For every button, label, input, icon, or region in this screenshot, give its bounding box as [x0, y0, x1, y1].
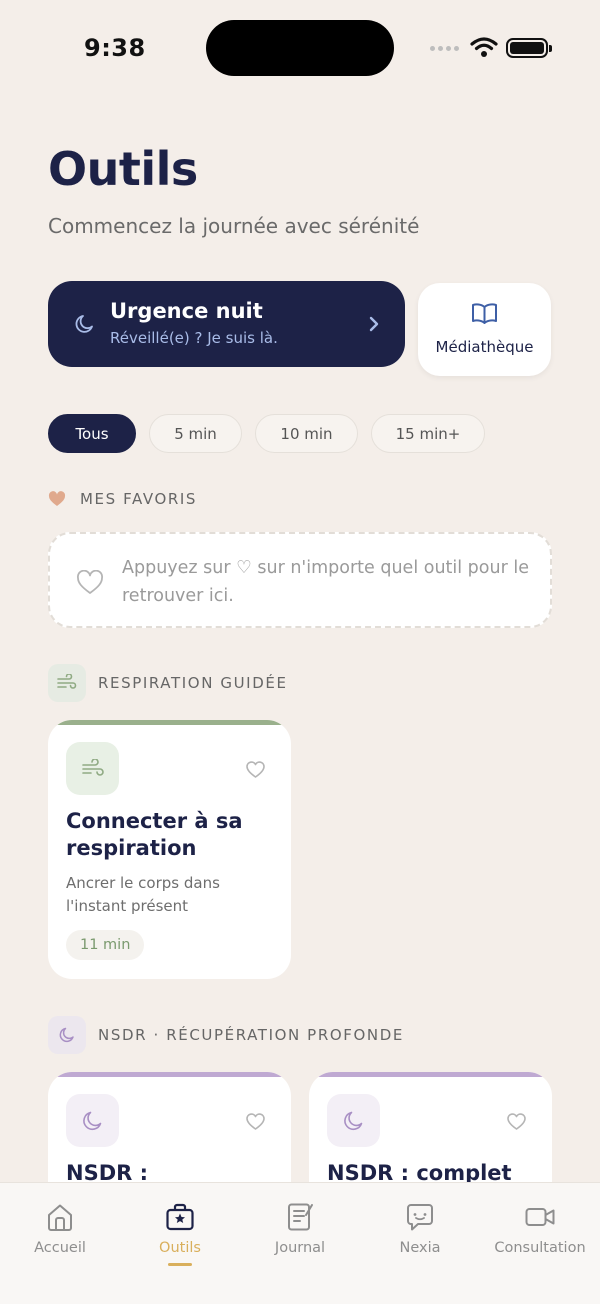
dynamic-island [206, 20, 394, 76]
moon-icon [66, 1094, 119, 1147]
page-subtitle: Commencez la journée avec sérénité [48, 214, 420, 238]
home-icon [48, 1204, 72, 1231]
duration-filters: Tous 5 min 10 min 15 min+ [48, 414, 485, 453]
book-icon [472, 303, 497, 324]
favorites-empty-text: Appuyez sur ♡ sur n'importe quel outil p… [122, 558, 529, 606]
tool-card-connecter-respiration[interactable]: Connecter à sa respiration Ancrer le cor… [48, 720, 291, 979]
tab-label: Consultation [494, 1240, 586, 1256]
bottom-tab-bar: Accueil Outils Journal Nexia Consultatio… [0, 1182, 600, 1304]
tab-label: Nexia [399, 1240, 441, 1256]
wifi-icon [470, 37, 498, 57]
tab-label: Journal [274, 1240, 326, 1256]
duration-badge: 11 min [66, 930, 145, 960]
favorites-empty-state: Appuyez sur ♡ sur n'importe quel outil p… [48, 532, 552, 628]
filter-chip-15-min-plus[interactable]: 15 min+ [371, 414, 485, 453]
favorites-heading-label: MES FAVORIS [80, 490, 198, 508]
video-camera-icon [525, 1208, 555, 1226]
heart-outline-icon [77, 570, 103, 594]
nsdr-heading-label: NSDR · RÉCUPÉRATION PROFONDE [98, 1026, 404, 1044]
wind-icon [66, 742, 119, 795]
wind-icon [48, 664, 86, 702]
urgence-title: Urgence nuit [110, 299, 263, 323]
favorite-heart-icon[interactable] [245, 1112, 266, 1131]
nsdr-heading: NSDR · RÉCUPÉRATION PROFONDE [48, 1016, 404, 1054]
urgence-subtitle: Réveillé(e) ? Je suis là. [110, 329, 278, 347]
journal-icon [288, 1203, 313, 1231]
chat-icon [407, 1204, 433, 1231]
tab-outils[interactable]: Outils [120, 1183, 240, 1283]
favorite-heart-icon[interactable] [506, 1112, 527, 1131]
tab-label: Accueil [34, 1240, 86, 1256]
respiration-heading: RESPIRATION GUIDÉE [48, 664, 288, 702]
card-accent-bar [48, 1072, 291, 1077]
respiration-heading-label: RESPIRATION GUIDÉE [98, 674, 288, 692]
tab-label: Outils [159, 1240, 201, 1256]
favorite-heart-icon[interactable] [245, 760, 266, 779]
tab-consultation[interactable]: Consultation [480, 1183, 600, 1283]
filter-chip-tous[interactable]: Tous [48, 414, 136, 453]
active-tab-indicator [168, 1263, 192, 1266]
urgence-nuit-button[interactable]: Urgence nuit Réveillé(e) ? Je suis là. [48, 281, 405, 367]
toolbox-icon [166, 1203, 194, 1231]
card-accent-bar [309, 1072, 552, 1077]
tab-nexia[interactable]: Nexia [360, 1183, 480, 1283]
status-bar: 9:38 [0, 0, 600, 96]
mediatheque-button[interactable]: Médiathèque [418, 283, 551, 376]
moon-icon [327, 1094, 380, 1147]
moon-icon [48, 1016, 86, 1054]
mediatheque-label: Médiathèque [435, 338, 534, 356]
battery-icon [506, 38, 552, 58]
card-title: Connecter à sa respiration [66, 809, 243, 860]
card-description: Ancrer le corps dans l'instant présent [66, 874, 220, 915]
tab-accueil[interactable]: Accueil [0, 1183, 120, 1283]
moon-icon [75, 315, 93, 333]
status-time: 9:38 [84, 34, 146, 62]
tab-journal[interactable]: Journal [240, 1183, 360, 1283]
cellular-signal-icon [430, 46, 459, 51]
chevron-right-icon [369, 316, 379, 332]
favorites-heading: MES FAVORIS [48, 490, 197, 508]
page-title: Outils [48, 142, 198, 196]
filter-chip-10-min[interactable]: 10 min [255, 414, 358, 453]
heart-filled-icon [48, 491, 66, 506]
card-accent-bar [48, 720, 291, 725]
filter-chip-5-min[interactable]: 5 min [149, 414, 242, 453]
